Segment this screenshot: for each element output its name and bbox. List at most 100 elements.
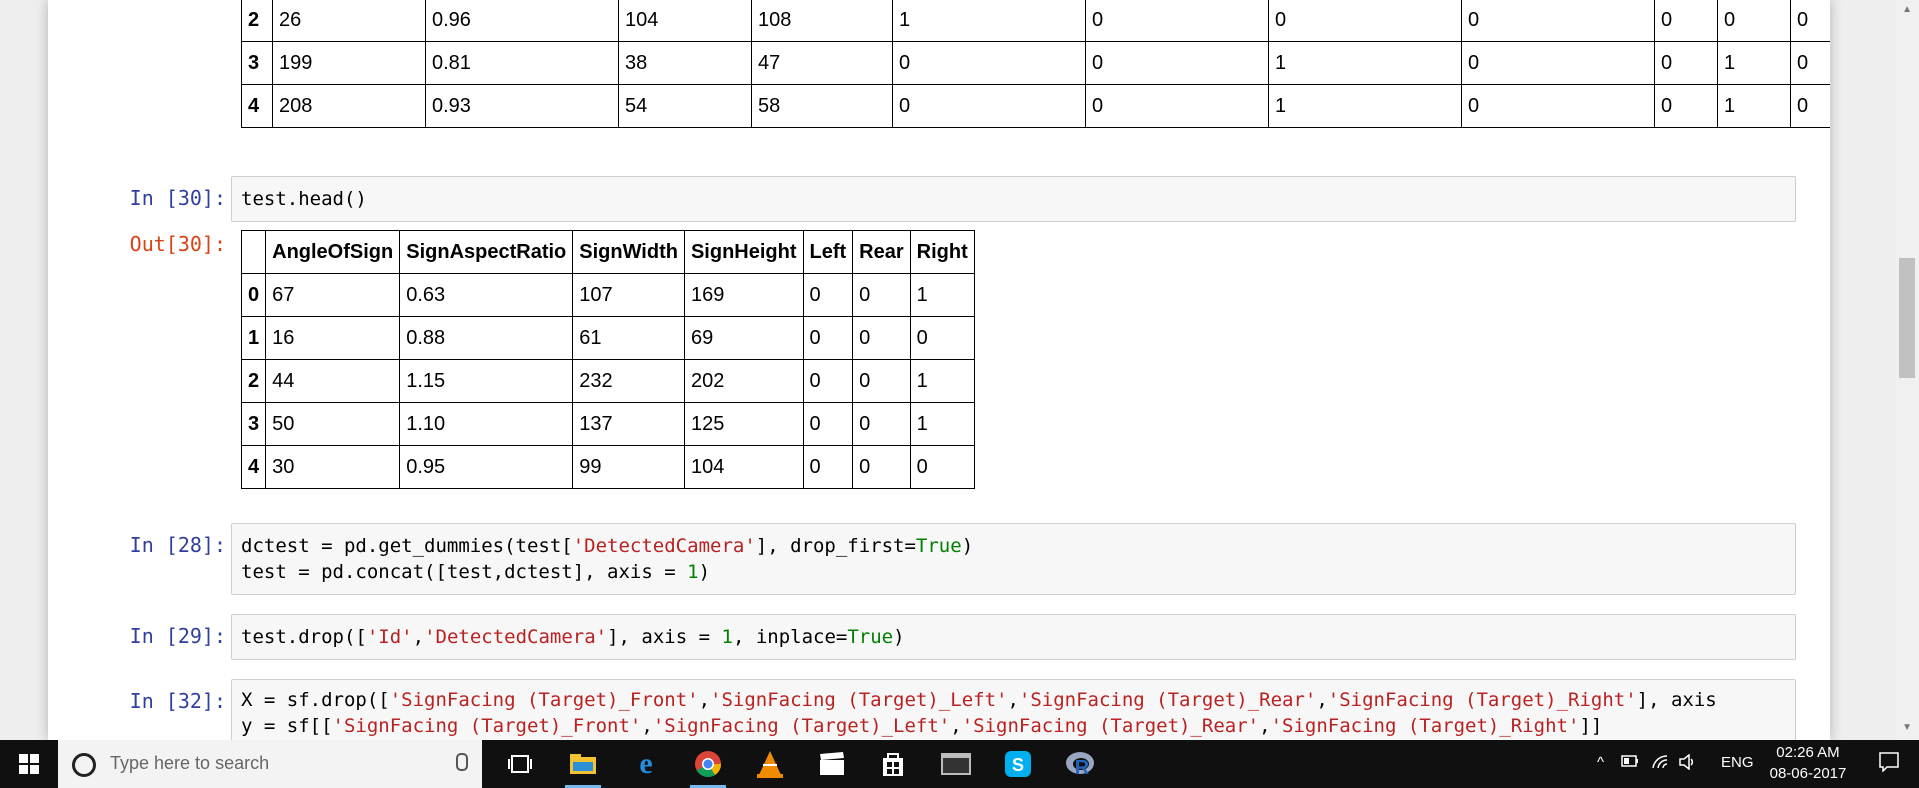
table-cell: 0 xyxy=(1461,0,1655,42)
windows-logo-icon xyxy=(19,754,39,774)
language-indicator[interactable]: ENG xyxy=(1721,754,1754,771)
row-index: 1 xyxy=(240,316,267,360)
battery-icon[interactable] xyxy=(1621,754,1639,771)
table-cell: 16 xyxy=(265,316,401,360)
svg-text:R: R xyxy=(1075,757,1090,778)
code-input[interactable]: X = sf.drop(['SignFacing (Target)_Front'… xyxy=(231,679,1796,740)
task-view-icon[interactable] xyxy=(504,748,536,780)
table-cell: 0 xyxy=(1268,0,1462,42)
table-row: 2 26 0.96 104 108 1 0 0 0 0 0 0 xyxy=(241,0,1830,42)
table-cell: 1 xyxy=(909,359,975,403)
table-cell: 0.63 xyxy=(399,273,574,317)
table-cell: 0 xyxy=(892,84,1086,128)
table-cell: 137 xyxy=(572,402,685,446)
action-center-icon[interactable] xyxy=(1879,752,1899,776)
taskbar-search-box[interactable]: Type here to search xyxy=(58,740,482,788)
table-cell: 0 xyxy=(1654,0,1718,42)
table-cell: 0.81 xyxy=(425,41,619,85)
table-cell: 104 xyxy=(618,0,752,42)
column-header: Left xyxy=(802,230,854,274)
table-cell: 0 xyxy=(1790,84,1830,128)
table-cell: 0 xyxy=(892,41,1086,85)
vlc-icon[interactable] xyxy=(754,748,786,780)
table-cell: 104 xyxy=(683,445,804,489)
table-row: 3 199 0.81 38 47 0 0 1 0 0 1 0 xyxy=(241,41,1830,85)
code-line-1: X = sf.drop(['SignFacing (Target)_Front'… xyxy=(241,689,1717,711)
table-cell: 0 xyxy=(852,316,911,360)
table-cell: 69 xyxy=(683,316,804,360)
table-cell: 58 xyxy=(751,84,893,128)
scroll-up-arrow-icon[interactable]: ▲ xyxy=(1902,4,1912,15)
r-language-icon[interactable]: R xyxy=(1064,748,1096,780)
file-explorer-icon[interactable] xyxy=(567,748,599,780)
code-line-2: test = pd.concat([test,dctest], axis = 1… xyxy=(241,561,711,583)
column-header: AngleOfSign xyxy=(265,230,401,274)
table-cell: 1.10 xyxy=(399,402,574,446)
table-cell: 0 xyxy=(1085,0,1269,42)
microphone-icon[interactable] xyxy=(456,753,468,771)
table-cell: 0 xyxy=(1790,41,1830,85)
table-row: 2 44 1.15 232 202 0 0 1 xyxy=(240,359,975,403)
output-prompt: Out[30]: xyxy=(129,232,226,256)
table-cell: 99 xyxy=(572,445,685,489)
search-placeholder: Type here to search xyxy=(110,753,270,773)
code-cell-29: In [29]: test.drop(['Id','DetectedCamera… xyxy=(48,614,1830,660)
chevron-up-icon[interactable]: ^ xyxy=(1597,754,1604,771)
input-prompt: In [28]: xyxy=(129,533,226,557)
input-prompt: In [30]: xyxy=(129,186,226,210)
scroll-down-arrow-icon[interactable]: ▼ xyxy=(1902,722,1912,733)
table-cell: 0 xyxy=(909,316,975,360)
skype-icon[interactable]: S xyxy=(1002,748,1034,780)
system-tray: ^ ENG 02:26 AM 08-06-2017 xyxy=(1579,740,1919,788)
table-cell: 54 xyxy=(618,84,752,128)
dataframe-output-top: 2 26 0.96 104 108 1 0 0 0 0 0 0 3 199 0.81 38 47 0 0 1 0 0 1 0 4… xyxy=(241,0,1830,128)
table-cell: 44 xyxy=(265,359,401,403)
table-cell: 0 xyxy=(802,273,854,317)
table-cell: 169 xyxy=(683,273,804,317)
table-cell: 0.96 xyxy=(425,0,619,42)
vertical-scrollbar[interactable]: ▲ ▼ xyxy=(1895,0,1919,740)
code-input[interactable]: test.drop(['Id','DetectedCamera'], axis … xyxy=(231,614,1796,660)
table-cell: 0.95 xyxy=(399,445,574,489)
table-row: 0 67 0.63 107 169 0 0 1 xyxy=(240,273,975,317)
table-cell: 0.93 xyxy=(425,84,619,128)
table-cell: 0 xyxy=(802,402,854,446)
row-index: 4 xyxy=(240,445,267,489)
movies-app-icon[interactable] xyxy=(816,748,848,780)
wifi-icon[interactable] xyxy=(1651,754,1669,774)
code-line: test.head() xyxy=(241,188,367,210)
command-prompt-icon[interactable] xyxy=(940,748,972,780)
table-row: 4 30 0.95 99 104 0 0 0 xyxy=(240,445,975,489)
code-input[interactable]: dctest = pd.get_dummies(test['DetectedCa… xyxy=(231,523,1796,595)
index-header xyxy=(240,230,267,274)
table-cell: 0 xyxy=(1461,41,1655,85)
table-cell: 0 xyxy=(1717,0,1791,42)
table-cell: 0.88 xyxy=(399,316,574,360)
edge-browser-icon[interactable]: e xyxy=(630,747,662,780)
table-cell: 1 xyxy=(1717,41,1791,85)
output-cell-30: Out[30]: AngleOfSign SignAspectRatio SignW… xyxy=(48,230,1830,500)
table-cell: 0 xyxy=(802,316,854,360)
start-button[interactable] xyxy=(0,740,58,788)
table-cell: 232 xyxy=(572,359,685,403)
code-input[interactable]: test.head() xyxy=(231,176,1796,222)
dataframe-output-head: AngleOfSign SignAspectRatio SignWidth SignH… xyxy=(240,230,975,489)
input-prompt: In [29]: xyxy=(129,624,226,648)
scroll-thumb[interactable] xyxy=(1899,258,1915,378)
input-prompt: In [32]: xyxy=(129,689,226,713)
table-cell: 125 xyxy=(683,402,804,446)
table-row: 3 50 1.10 137 125 0 0 1 xyxy=(240,402,975,446)
clock-date[interactable]: 08-06-2017 xyxy=(1763,765,1853,782)
store-icon[interactable] xyxy=(877,748,909,780)
code-line-1: dctest = pd.get_dummies(test['DetectedCa… xyxy=(241,535,974,557)
table-cell: 1.15 xyxy=(399,359,574,403)
row-index: 4 xyxy=(241,84,273,128)
table-cell: 26 xyxy=(272,0,426,42)
table-cell: 0 xyxy=(852,359,911,403)
clock-time[interactable]: 02:26 AM xyxy=(1763,744,1853,761)
chrome-icon[interactable] xyxy=(692,748,724,780)
table-cell: 0 xyxy=(852,445,911,489)
table-cell: 0 xyxy=(1085,84,1269,128)
code-line: test.drop(['Id','DetectedCamera'], axis … xyxy=(241,626,905,648)
volume-icon[interactable] xyxy=(1679,753,1697,774)
